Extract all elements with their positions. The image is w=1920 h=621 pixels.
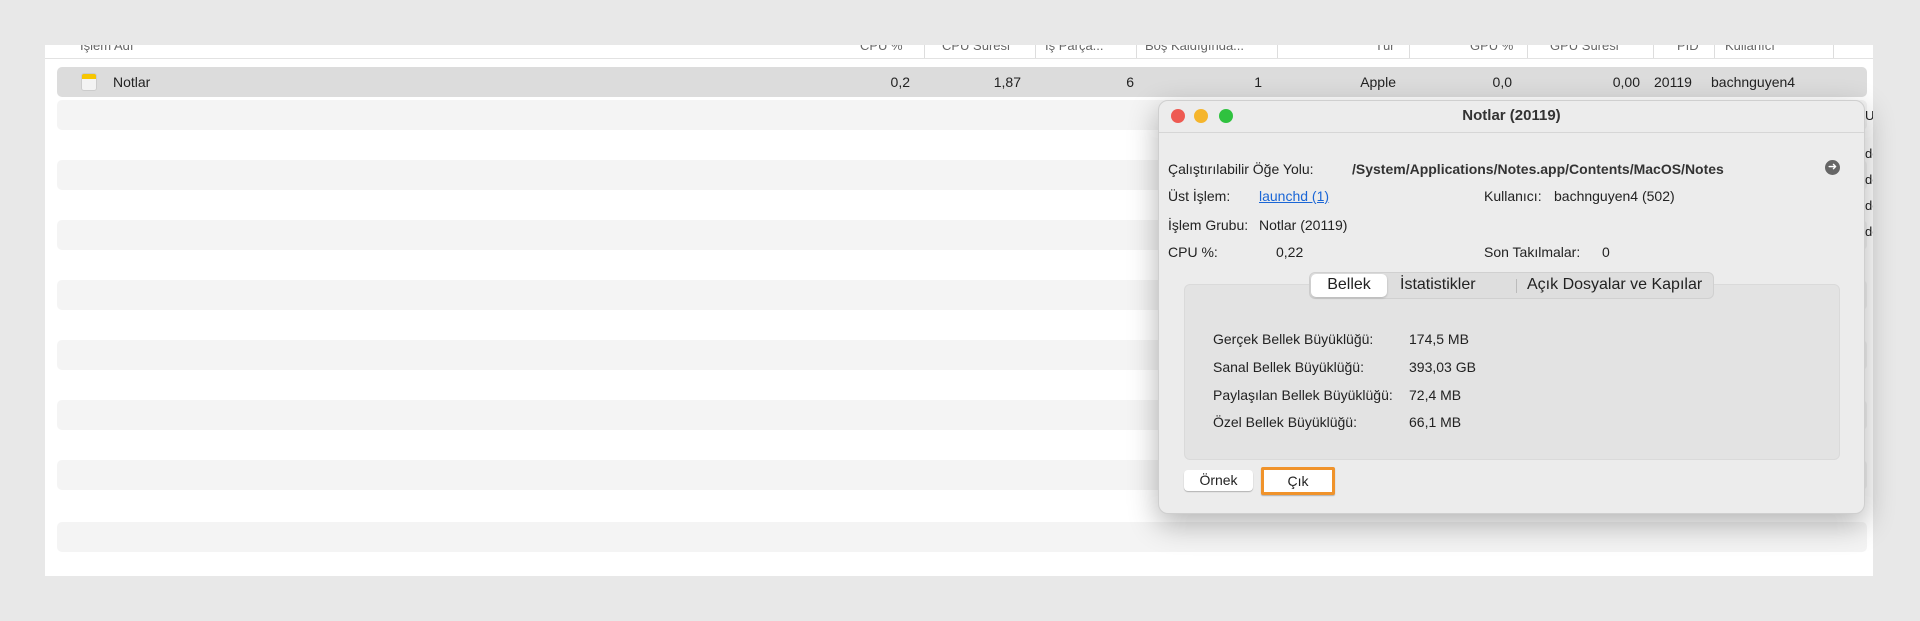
partial-text: U — [1865, 108, 1873, 123]
sample-button[interactable]: Örnek — [1184, 470, 1253, 491]
memory-value: 393,03 GB — [1409, 359, 1476, 375]
memory-label: Özel Bellek Büyüklüğü: — [1213, 414, 1357, 430]
memory-value: 174,5 MB — [1409, 331, 1469, 347]
cpu-label: CPU %: — [1168, 244, 1218, 260]
hangs-label: Son Takılmalar: — [1484, 244, 1581, 260]
col-header-cpu-time[interactable]: CPU Süresi — [942, 45, 1010, 53]
background-window-edge: U de de de de — [1865, 100, 1873, 550]
exec-path-label: Çalıştırılabilir Öğe Yolu: — [1168, 161, 1314, 177]
cpu-value: 0,2 — [890, 74, 910, 90]
reveal-arrow-icon[interactable]: ➜ — [1825, 160, 1840, 175]
parent-label: Üst İşlem: — [1168, 188, 1231, 204]
col-header-gpu-time[interactable]: GPU Süresi — [1550, 45, 1619, 53]
gpu-time-value: 0,00 — [1612, 74, 1640, 90]
partial-text: de — [1865, 172, 1873, 187]
table-row[interactable]: Notlar 0,2 1,87 6 1 Apple 0,0 0,00 20119… — [57, 67, 1867, 97]
tab-content-panel: Gerçek Bellek Büyüklüğü: 174,5 MB Sanal … — [1184, 284, 1840, 460]
idle-wakeups-value: 1 — [1254, 74, 1262, 90]
col-header-threads[interactable]: İş Parça... — [1045, 45, 1104, 53]
cpu-value: 0,22 — [1276, 244, 1304, 260]
group-label: İşlem Grubu: — [1168, 217, 1249, 233]
memory-label: Gerçek Bellek Büyüklüğü: — [1213, 331, 1374, 347]
gpu-value: 0,0 — [1492, 74, 1512, 90]
threads-value: 6 — [1126, 74, 1134, 90]
tab-memory[interactable]: Bellek — [1311, 274, 1387, 297]
hangs-value: 0 — [1602, 244, 1610, 260]
pid-value: 20119 — [1654, 74, 1692, 90]
col-header-idle[interactable]: Boş Kaldığında... — [1145, 45, 1244, 53]
table-header: İşlem Adı CPU % CPU Süresi İş Parça... B… — [45, 45, 1873, 59]
col-header-cpu[interactable]: CPU % — [860, 45, 903, 53]
col-header-gpu[interactable]: GPU % — [1470, 45, 1513, 53]
user-value: bachnguyen4 — [1711, 74, 1796, 90]
tab-statistics[interactable]: İstatistikler — [1400, 276, 1476, 294]
quit-button[interactable]: Çık — [1261, 467, 1335, 495]
partial-text: de — [1865, 198, 1873, 213]
memory-value: 72,4 MB — [1409, 387, 1462, 403]
memory-label: Sanal Bellek Büyüklüğü: — [1213, 359, 1364, 375]
col-header-user[interactable]: Kullanıcı — [1725, 45, 1775, 53]
col-header-name[interactable]: İşlem Adı — [80, 45, 133, 53]
user-value: bachnguyen4 (502) — [1554, 188, 1675, 204]
group-value: Notlar (20119) — [1259, 217, 1348, 233]
parent-process-link[interactable]: launchd (1) — [1259, 188, 1329, 204]
empty-row — [57, 522, 1867, 552]
process-name: Notlar — [113, 74, 151, 90]
partial-text: de — [1865, 224, 1873, 239]
tab-open-files[interactable]: Açık Dosyalar ve Kapılar — [1527, 276, 1702, 294]
partial-text: de — [1865, 146, 1873, 161]
user-label: Kullanıcı: — [1484, 188, 1542, 204]
col-header-pid[interactable]: PID — [1677, 45, 1699, 53]
memory-value: 66,1 MB — [1409, 414, 1462, 430]
process-info-dialog: Notlar (20119) Çalıştırılabilir Öğe Yolu… — [1158, 100, 1865, 514]
memory-label: Paylaşılan Bellek Büyüklüğü: — [1213, 387, 1393, 403]
dialog-title: Notlar (20119) — [1462, 107, 1561, 124]
cpu-time-value: 1,87 — [993, 74, 1021, 90]
kind-value: Apple — [1360, 74, 1396, 90]
exec-path-value: /System/Applications/Notes.app/Contents/… — [1352, 161, 1724, 177]
col-header-kind[interactable]: Tür — [1375, 45, 1395, 53]
notes-app-icon — [81, 73, 97, 91]
tab-segmented-control: Bellek İstatistikler Açık Dosyalar ve Ka… — [1309, 272, 1714, 299]
